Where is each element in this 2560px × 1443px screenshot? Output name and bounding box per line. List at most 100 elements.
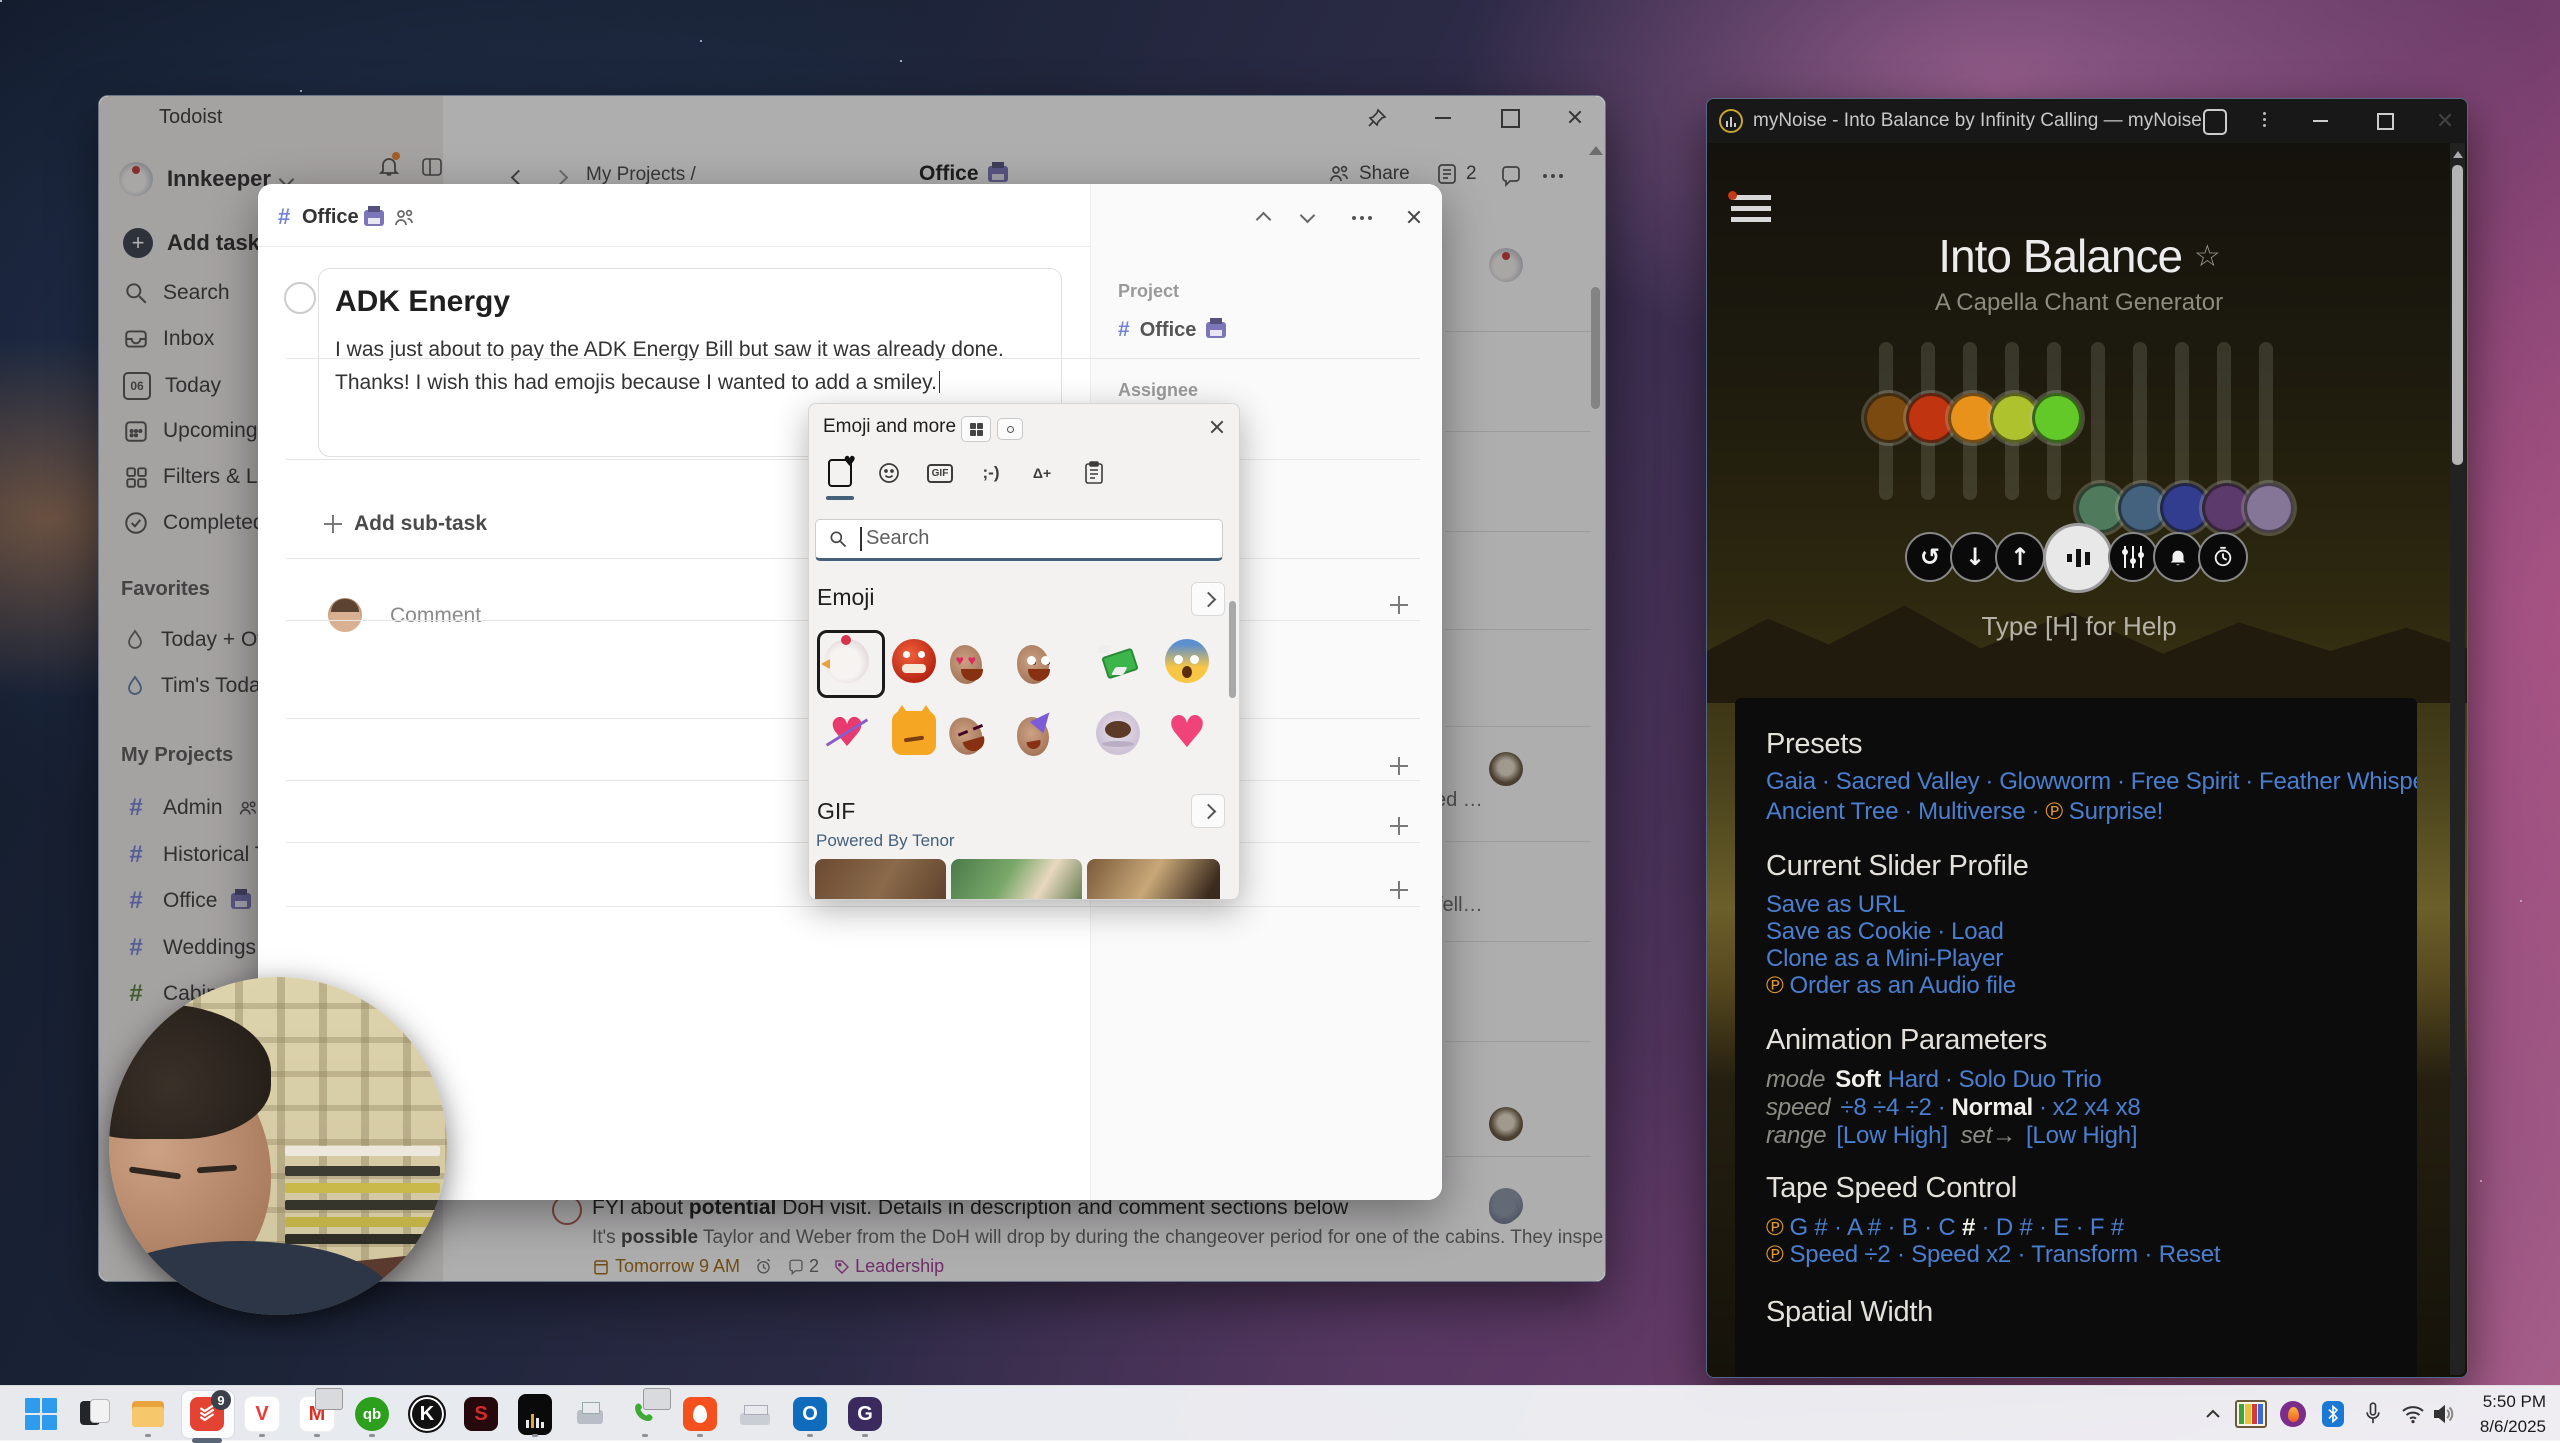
preset-link-surprise[interactable]: Surprise! (2069, 798, 2163, 825)
slider-track[interactable] (2175, 342, 2189, 500)
taskbar-gmail[interactable]: M (297, 1394, 337, 1434)
taskbar-vivaldi[interactable]: V (242, 1394, 282, 1434)
taskbar-mynoise[interactable] (515, 1394, 555, 1434)
speed-divide-links[interactable]: ÷8 ÷4 ÷2 (1840, 1094, 1931, 1121)
taskbar-phone-app[interactable] (625, 1394, 665, 1434)
emoji-grinning-face[interactable] (1024, 635, 1076, 687)
emoji-hot-beverage[interactable] (1092, 707, 1144, 759)
mode-hard-link[interactable]: Hard (1888, 1066, 1939, 1093)
tab-kaomoji[interactable]: ;-) (974, 458, 1008, 488)
emoji-face-with-symbols-on-mouth[interactable] (888, 635, 940, 687)
preset-link[interactable]: Feather Whispers (2259, 768, 2417, 795)
emoji-fearful-face[interactable] (1161, 635, 1213, 687)
slider-track[interactable] (2091, 342, 2105, 500)
tab-clipboard[interactable] (1077, 458, 1111, 488)
tray-clock[interactable]: 5:50 PM 8/6/2025 (2480, 1389, 2546, 1439)
slider-track[interactable] (2133, 342, 2147, 500)
tab-emoji[interactable] (872, 458, 906, 488)
tab-symbols[interactable]: Δ+ (1025, 458, 1059, 488)
tape-speed-links[interactable]: Speed ÷2 · Speed x2 · Transform · Reset (1789, 1241, 2220, 1268)
favorite-star-icon[interactable]: ☆ (2194, 240, 2220, 273)
alert-bell-button[interactable] (2153, 532, 2203, 582)
emoji-beating-heart[interactable]: ♥ (1161, 707, 1213, 759)
taskbar-outlook[interactable]: O (790, 1394, 830, 1434)
volume-down-button[interactable]: ↓ (1950, 532, 2000, 582)
add-subtask-button[interactable]: Add sub-task (324, 512, 487, 536)
preset-link[interactable]: Sacred Valley (1836, 768, 1980, 795)
gif-thumbnail[interactable] (951, 859, 1082, 900)
range-low-high-link[interactable]: [Low High] (1836, 1122, 1947, 1149)
tray-flame-icon[interactable] (2273, 1394, 2313, 1434)
emoji-see-more-button[interactable] (1191, 582, 1225, 616)
gif-thumbnail[interactable] (1087, 859, 1220, 900)
slider-track[interactable] (2259, 342, 2273, 500)
taskbar-todoist[interactable]: 9 (187, 1394, 227, 1434)
tray-powertoys-icon[interactable] (2231, 1394, 2271, 1434)
dialog-project-name[interactable]: Office (302, 206, 359, 229)
maximize-button[interactable] (2377, 113, 2394, 130)
tray-hidden-icons-chevron[interactable] (2193, 1394, 2233, 1434)
task-checkbox[interactable] (284, 282, 316, 314)
task-description-input[interactable]: I was just about to pay the ADK Energy B… (335, 333, 1025, 399)
emoji-heart-eyes[interactable] (957, 635, 1009, 687)
preset-link[interactable]: Multiverse (1918, 798, 2025, 825)
mixer-button[interactable] (2108, 532, 2158, 582)
load-link[interactable]: Load (1951, 918, 2004, 945)
tab-most-recent[interactable]: ♥ (823, 458, 857, 488)
emoji-money-with-wings[interactable] (1092, 635, 1144, 687)
clone-mini-player-link[interactable]: Clone as a Mini-Player (1766, 945, 2003, 972)
reset-button[interactable]: ↺ (1905, 532, 1955, 582)
mynoise-scrollbar[interactable] (2450, 143, 2465, 1375)
close-panel-icon[interactable] (1209, 419, 1225, 435)
tray-volume-icon[interactable] (2424, 1394, 2464, 1434)
save-as-url-link[interactable]: Save as URL (1766, 891, 1905, 918)
project-selector[interactable]: # Office (1118, 318, 1226, 342)
tape-note-links[interactable]: G # · A # · B · C (1789, 1214, 1961, 1241)
task-title-input[interactable]: ADK Energy (335, 285, 1045, 319)
speed-multiply-links[interactable]: x2 x4 x8 (2053, 1094, 2141, 1121)
slider-track[interactable] (2217, 342, 2231, 500)
taskbar-scanner-app[interactable] (735, 1394, 775, 1434)
tape-note-links[interactable]: · D # · E · F # (1975, 1214, 2124, 1241)
taskbar-g-app[interactable]: G (845, 1394, 885, 1434)
taskbar-printer-app[interactable] (570, 1394, 610, 1434)
order-audio-file-link[interactable]: Order as an Audio file (1789, 972, 2015, 999)
animate-levels-button[interactable] (2043, 523, 2113, 593)
hamburger-menu-icon[interactable] (1731, 195, 1771, 222)
taskbar-s-app[interactable]: S (461, 1394, 501, 1434)
scroll-up-arrow[interactable] (2453, 151, 2463, 158)
comment-input-placeholder[interactable]: Comment (390, 604, 481, 628)
more-options-icon[interactable] (1352, 216, 1356, 220)
slider-knob[interactable] (2244, 483, 2294, 533)
gif-see-more-button[interactable] (1191, 794, 1225, 828)
taskbar-flame-app[interactable] (680, 1394, 720, 1434)
preset-link[interactable]: Glowworm (1999, 768, 2111, 795)
emoji-partying-face[interactable] (1024, 707, 1076, 759)
emoji-heart-with-arrow[interactable]: ♥ (821, 707, 873, 759)
emoji-rofl[interactable] (957, 707, 1009, 759)
tray-microphone-icon[interactable] (2353, 1394, 2393, 1434)
gif-thumbnail[interactable] (815, 859, 946, 900)
preset-link[interactable]: Free Spirit (2131, 768, 2240, 795)
taskbar-quickbooks[interactable]: qb (352, 1394, 392, 1434)
taskbar-k-app[interactable]: K (407, 1394, 447, 1434)
preset-link[interactable]: Ancient Tree (1766, 798, 1898, 825)
slider-knob[interactable] (2032, 393, 2082, 443)
start-button[interactable] (21, 1394, 61, 1434)
tray-bluetooth-icon[interactable] (2313, 1394, 2353, 1434)
close-dialog-icon[interactable] (1406, 209, 1422, 225)
taskbar-file-explorer[interactable] (128, 1394, 168, 1434)
timer-button[interactable] (2198, 532, 2248, 582)
close-button[interactable] (2437, 112, 2453, 128)
mode-solo-duo-trio-links[interactable]: Solo Duo Trio (1959, 1066, 2102, 1093)
preset-link[interactable]: Gaia (1766, 768, 1816, 795)
emoji-cat-wry-smile[interactable] (888, 707, 940, 759)
scrollbar-thumb[interactable] (2452, 165, 2463, 465)
save-as-cookie-link[interactable]: Save as Cookie (1766, 918, 1931, 945)
taskbar-app-widgets[interactable] (75, 1394, 115, 1434)
minimize-button[interactable] (2313, 120, 2328, 122)
volume-up-button[interactable]: ↑ (1995, 532, 2045, 582)
panel-scrollbar-thumb[interactable] (1229, 601, 1236, 698)
menu-kebab-icon[interactable] (2263, 112, 2266, 115)
app-badge-icon[interactable] (2203, 109, 2227, 135)
